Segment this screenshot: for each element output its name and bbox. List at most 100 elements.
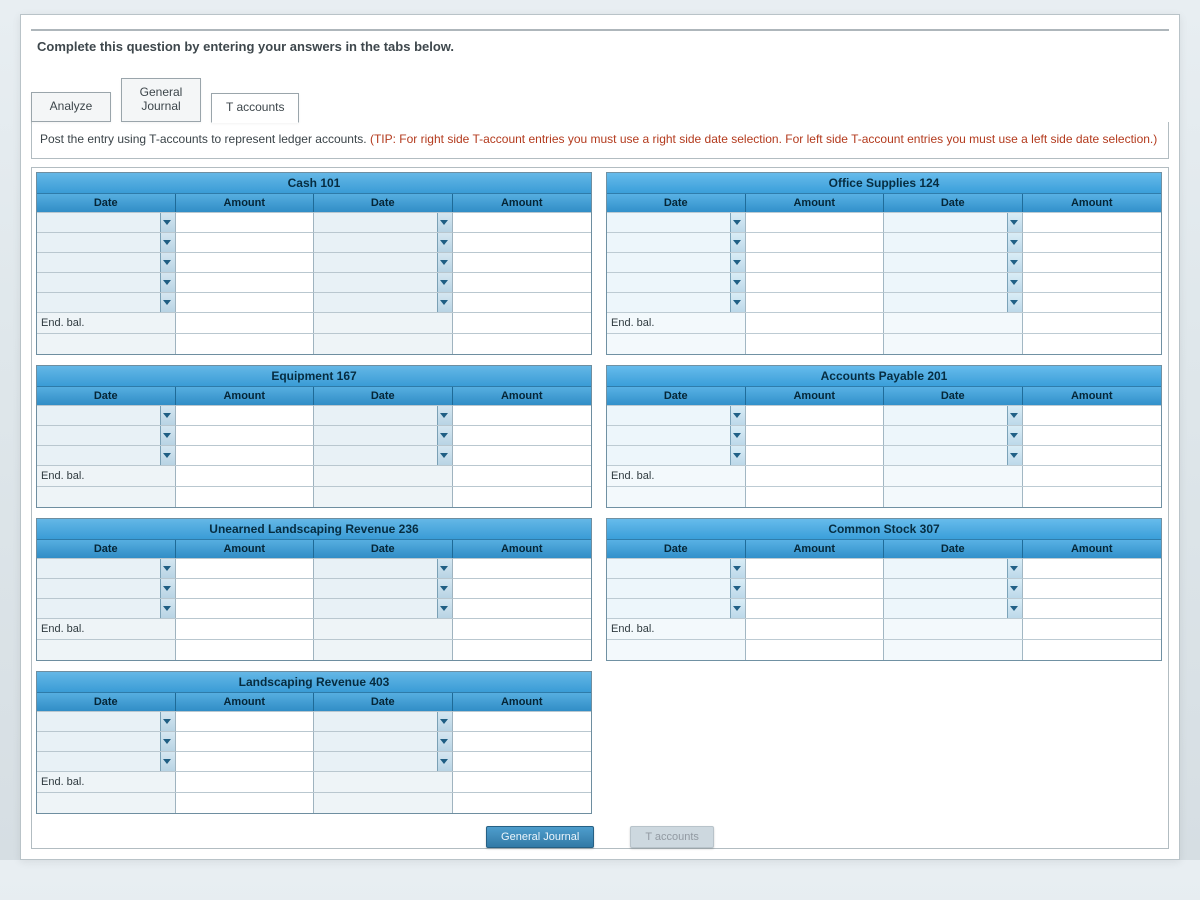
date-cell[interactable] <box>607 292 746 312</box>
amount-cell[interactable] <box>746 212 885 232</box>
date-cell[interactable] <box>884 578 1023 598</box>
date-cell[interactable] <box>314 272 453 292</box>
amount-cell[interactable] <box>176 272 315 292</box>
amount-cell[interactable] <box>176 598 315 618</box>
date-cell[interactable] <box>37 751 176 771</box>
date-cell[interactable] <box>884 212 1023 232</box>
amount-cell[interactable] <box>453 711 592 731</box>
amount-cell[interactable] <box>1023 425 1162 445</box>
amount-cell[interactable] <box>1023 558 1162 578</box>
amount-cell[interactable] <box>176 711 315 731</box>
amount-cell[interactable] <box>746 558 885 578</box>
date-cell[interactable] <box>884 232 1023 252</box>
date-cell[interactable] <box>37 292 176 312</box>
amount-cell[interactable] <box>176 212 315 232</box>
amount-cell[interactable] <box>176 232 315 252</box>
date-cell[interactable] <box>607 232 746 252</box>
amount-cell[interactable] <box>453 731 592 751</box>
date-cell[interactable] <box>314 751 453 771</box>
amount-cell[interactable] <box>453 598 592 618</box>
date-cell[interactable] <box>37 445 176 465</box>
amount-cell[interactable] <box>176 425 315 445</box>
tab-general-journal[interactable]: General Journal <box>121 78 201 122</box>
date-cell[interactable] <box>607 272 746 292</box>
amount-cell[interactable] <box>176 252 315 272</box>
amount-cell[interactable] <box>746 252 885 272</box>
amount-cell[interactable] <box>176 751 315 771</box>
date-cell[interactable] <box>607 558 746 578</box>
tab-analyze[interactable]: Analyze <box>31 92 111 122</box>
amount-cell[interactable] <box>453 751 592 771</box>
date-cell[interactable] <box>884 425 1023 445</box>
date-cell[interactable] <box>884 405 1023 425</box>
date-cell[interactable] <box>314 212 453 232</box>
date-cell[interactable] <box>607 598 746 618</box>
date-cell[interactable] <box>884 272 1023 292</box>
amount-cell[interactable] <box>1023 578 1162 598</box>
amount-cell[interactable] <box>453 252 592 272</box>
date-cell[interactable] <box>884 558 1023 578</box>
amount-cell[interactable] <box>746 578 885 598</box>
date-cell[interactable] <box>314 252 453 272</box>
amount-cell[interactable] <box>176 405 315 425</box>
date-cell[interactable] <box>37 558 176 578</box>
amount-cell[interactable] <box>453 445 592 465</box>
amount-cell[interactable] <box>746 232 885 252</box>
amount-cell[interactable] <box>453 425 592 445</box>
date-cell[interactable] <box>607 405 746 425</box>
amount-cell[interactable] <box>453 578 592 598</box>
amount-cell[interactable] <box>746 272 885 292</box>
amount-cell[interactable] <box>1023 272 1162 292</box>
date-cell[interactable] <box>607 445 746 465</box>
amount-cell[interactable] <box>1023 232 1162 252</box>
date-cell[interactable] <box>37 711 176 731</box>
date-cell[interactable] <box>314 711 453 731</box>
date-cell[interactable] <box>607 425 746 445</box>
date-cell[interactable] <box>37 272 176 292</box>
amount-cell[interactable] <box>1023 445 1162 465</box>
amount-cell[interactable] <box>453 232 592 252</box>
amount-cell[interactable] <box>1023 405 1162 425</box>
amount-cell[interactable] <box>1023 598 1162 618</box>
amount-cell[interactable] <box>176 292 315 312</box>
amount-cell[interactable] <box>176 578 315 598</box>
date-cell[interactable] <box>314 598 453 618</box>
amount-cell[interactable] <box>453 558 592 578</box>
date-cell[interactable] <box>314 232 453 252</box>
date-cell[interactable] <box>314 445 453 465</box>
date-cell[interactable] <box>884 292 1023 312</box>
amount-cell[interactable] <box>176 731 315 751</box>
date-cell[interactable] <box>37 252 176 272</box>
date-cell[interactable] <box>37 232 176 252</box>
amount-cell[interactable] <box>453 272 592 292</box>
amount-cell[interactable] <box>746 445 885 465</box>
date-cell[interactable] <box>314 405 453 425</box>
date-cell[interactable] <box>37 598 176 618</box>
date-cell[interactable] <box>314 425 453 445</box>
date-cell[interactable] <box>314 731 453 751</box>
amount-cell[interactable] <box>453 292 592 312</box>
amount-cell[interactable] <box>746 425 885 445</box>
date-cell[interactable] <box>607 212 746 232</box>
date-cell[interactable] <box>884 252 1023 272</box>
date-cell[interactable] <box>314 292 453 312</box>
amount-cell[interactable] <box>1023 212 1162 232</box>
date-cell[interactable] <box>607 578 746 598</box>
tab-t-accounts[interactable]: T accounts <box>211 93 299 123</box>
date-cell[interactable] <box>314 558 453 578</box>
amount-cell[interactable] <box>1023 252 1162 272</box>
amount-cell[interactable] <box>453 212 592 232</box>
amount-cell[interactable] <box>453 405 592 425</box>
amount-cell[interactable] <box>176 445 315 465</box>
date-cell[interactable] <box>37 578 176 598</box>
date-cell[interactable] <box>37 425 176 445</box>
amount-cell[interactable] <box>746 405 885 425</box>
date-cell[interactable] <box>37 212 176 232</box>
date-cell[interactable] <box>884 598 1023 618</box>
date-cell[interactable] <box>37 731 176 751</box>
amount-cell[interactable] <box>176 558 315 578</box>
nav-next-button[interactable]: T accounts <box>630 826 714 848</box>
date-cell[interactable] <box>607 252 746 272</box>
amount-cell[interactable] <box>746 292 885 312</box>
amount-cell[interactable] <box>746 598 885 618</box>
